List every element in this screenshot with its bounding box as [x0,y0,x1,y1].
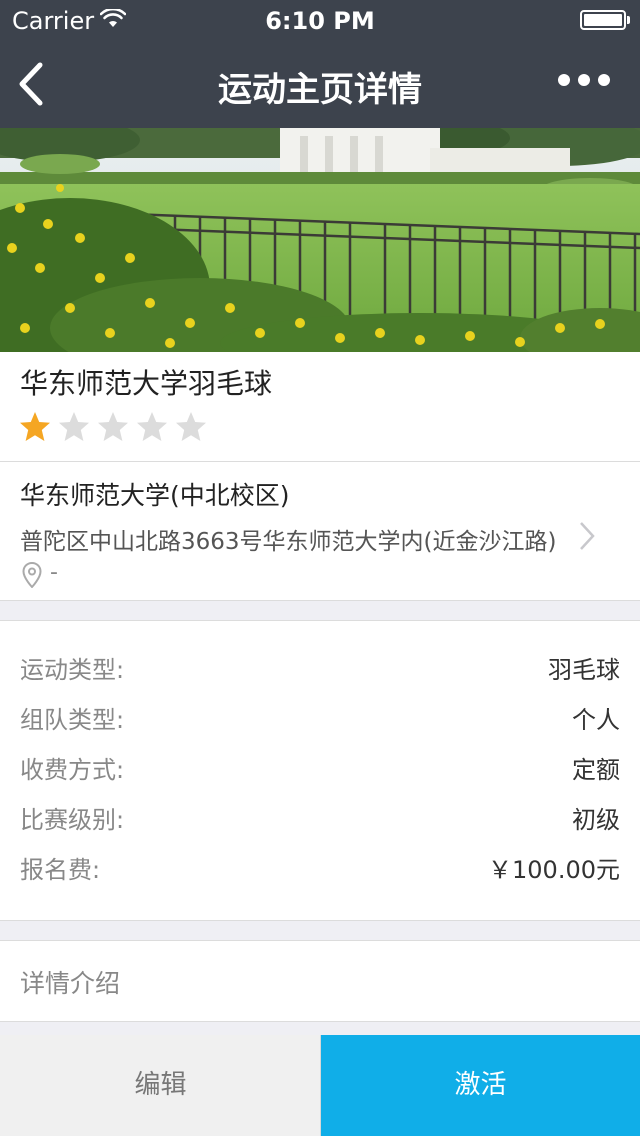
venue-name: 华东师范大学羽毛球 [20,367,273,400]
divider [0,1021,640,1022]
more-dots-icon [558,74,570,86]
campus-name: 华东师范大学(中北校区) [20,481,290,510]
chevron-left-icon [19,62,43,106]
info-value: ￥100.00元 [488,856,620,884]
venue-address: 普陀区中山北路3663号华东师范大学内(近金沙江路) [20,529,557,555]
venue-photo [0,128,640,352]
location-pin-icon [22,562,42,588]
page-title: 运动主页详情 [218,70,422,110]
info-value: 定额 [572,756,620,784]
info-row-level: 比赛级别: 初级 [20,800,620,836]
divider [0,600,640,601]
info-label: 运动类型: [20,656,125,684]
info-value: 个人 [572,706,620,734]
battery-icon [580,10,626,30]
distance-text: - [50,560,58,585]
battery-cap [627,16,630,24]
info-row-entry-fee: 报名费: ￥100.00元 [20,850,620,886]
star-icon [20,412,50,441]
info-value: 羽毛球 [548,656,620,684]
info-label: 组队类型: [20,706,125,734]
divider [0,920,640,921]
status-time: 6:10 PM [265,7,375,35]
chevron-right-icon [580,522,595,550]
more-button[interactable] [550,66,618,96]
star-icon [176,412,207,441]
status-bar: Carrier 6:10 PM [0,0,640,40]
edit-button[interactable]: 编辑 [0,1035,321,1136]
bottom-action-bar: 编辑 激活 [0,1035,640,1136]
star-icon [137,412,168,441]
back-button[interactable] [12,56,52,112]
star-icon [98,412,129,441]
info-value: 初级 [572,806,620,834]
info-label: 收费方式: [20,756,125,784]
info-label: 比赛级别: [20,806,125,834]
info-row-fee-method: 收费方式: 定额 [20,750,620,786]
activate-button[interactable]: 激活 [321,1035,640,1136]
info-row-team-type: 组队类型: 个人 [20,700,620,736]
info-label: 报名费: [20,856,101,884]
navigation-bar: Carrier 6:10 PM 运动主页详情 [0,0,640,128]
details-label: 详情介绍 [20,969,121,998]
star-icon [59,412,90,441]
rating-stars [18,410,208,444]
info-row-sport-type: 运动类型: 羽毛球 [20,650,620,686]
